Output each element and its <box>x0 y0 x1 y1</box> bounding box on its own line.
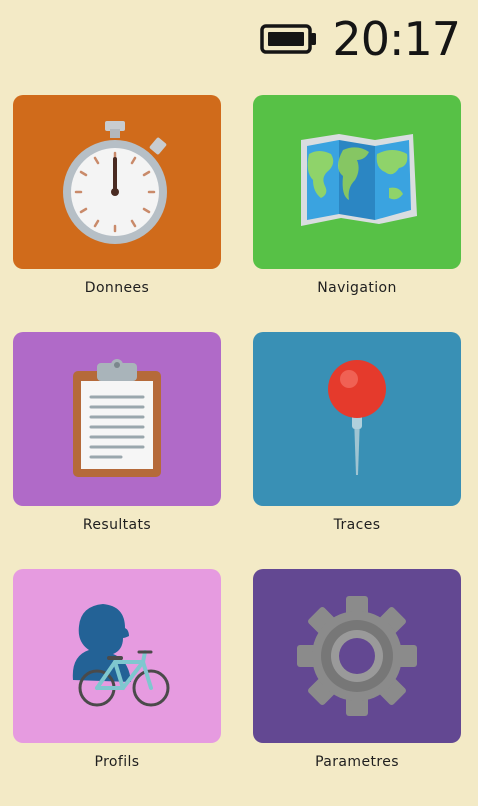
world-map-icon <box>301 134 417 226</box>
tile-resultats[interactable]: Resultats <box>13 332 221 569</box>
tile-donnees[interactable]: Donnees <box>13 95 221 332</box>
tile-resultats-label: Resultats <box>82 517 152 533</box>
app-grid: Donnees Navigation Resultats Traces Prof… <box>13 95 461 806</box>
tile-donnees-label: Donnees <box>84 280 150 296</box>
gear-icon <box>297 596 417 716</box>
tile-traces-box[interactable] <box>253 332 461 506</box>
pushpin-icon <box>328 360 386 475</box>
clipboard-icon <box>73 359 161 477</box>
tile-traces[interactable]: Traces <box>253 332 461 569</box>
tile-navigation-box[interactable] <box>253 95 461 269</box>
status-bar: 20:17 <box>260 10 461 68</box>
tile-resultats-box[interactable] <box>13 332 221 506</box>
tile-donnees-box[interactable] <box>13 95 221 269</box>
battery-full-icon <box>260 24 318 54</box>
tile-profils-label: Profils <box>94 754 140 770</box>
clock: 20:17 <box>332 12 461 66</box>
tile-profils-box[interactable] <box>13 569 221 743</box>
tile-parametres-box[interactable] <box>253 569 461 743</box>
tile-traces-label: Traces <box>333 517 381 533</box>
tile-navigation[interactable]: Navigation <box>253 95 461 332</box>
tile-navigation-label: Navigation <box>317 280 397 296</box>
tile-parametres[interactable]: Parametres <box>253 569 461 806</box>
tile-profils[interactable]: Profils <box>13 569 221 806</box>
tile-parametres-label: Parametres <box>315 754 399 770</box>
cyclist-profile-icon <box>72 604 170 707</box>
stopwatch-icon <box>63 121 167 244</box>
